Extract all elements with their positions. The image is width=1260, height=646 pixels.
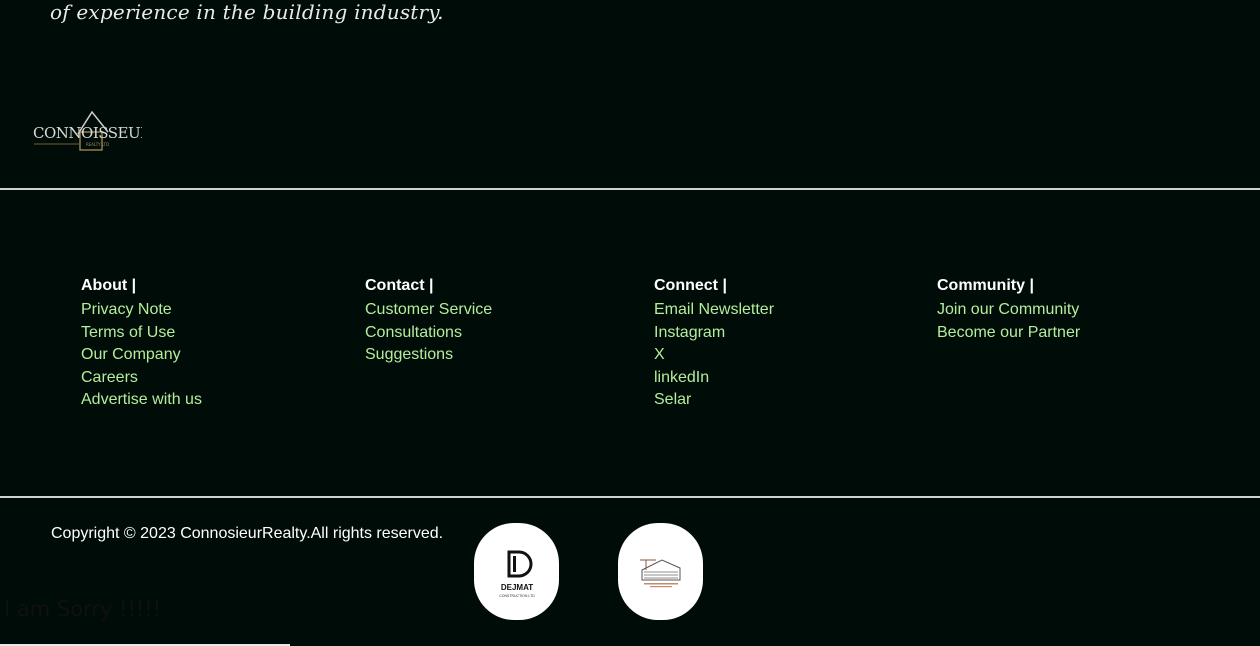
footer-column-contact: Contact | Customer Service Consultations… (365, 276, 492, 367)
footer-link-instagram[interactable]: Instagram (654, 324, 725, 341)
footer-link-x[interactable]: X (654, 346, 665, 363)
dejmat-logo-icon: DEJMAT CONSTRUCTION LTD (499, 550, 535, 598)
dejmat-subtext: CONSTRUCTION LTD (499, 594, 535, 598)
footer-link-consultations[interactable]: Consultations (365, 324, 462, 341)
footer-top-divider (0, 188, 1260, 190)
logo-text: CONNOISSEUR (33, 124, 142, 142)
footer-link-customer-service[interactable]: Customer Service (365, 301, 492, 318)
copyright-text: Copyright © 2023 ConnosieurRealty.All ri… (51, 525, 444, 542)
footer-column-community: Community | Join our Community Become ou… (937, 276, 1080, 344)
building-logo-icon (639, 558, 680, 587)
footer-link-become-partner[interactable]: Become our Partner (937, 324, 1080, 341)
footer-link-selar[interactable]: Selar (654, 391, 691, 408)
footer-link-linkedin[interactable]: linkedIn (654, 369, 709, 386)
house-logo-icon: CONNOISSEUR REALTY LTD (33, 110, 142, 151)
footer-link-careers[interactable]: Careers (81, 369, 138, 386)
footer-link-advertise[interactable]: Advertise with us (81, 391, 202, 408)
dejmat-name: DEJMAT (500, 583, 532, 592)
footer-link-privacy-note[interactable]: Privacy Note (81, 301, 172, 318)
footer-heading-community: Community | (937, 277, 1034, 294)
logo-subtext: REALTY LTD (86, 142, 109, 147)
hero-tagline: of experience in the building industry. (50, 0, 444, 24)
footer-heading-contact: Contact | (365, 277, 434, 294)
error-message: I am Sorry !!!!! (4, 597, 162, 621)
footer-heading-about: About | (81, 277, 137, 294)
partner-logo-dejmat[interactable]: DEJMAT CONSTRUCTION LTD (474, 523, 559, 620)
partner-logo-building[interactable] (618, 523, 703, 620)
footer-link-suggestions[interactable]: Suggestions (365, 346, 453, 363)
footer-column-connect: Connect | Email Newsletter Instagram X l… (654, 276, 774, 412)
footer-bottom-divider (0, 496, 1260, 498)
footer-link-our-company[interactable]: Our Company (81, 346, 181, 363)
footer-link-join-community[interactable]: Join our Community (937, 301, 1079, 318)
footer-column-about: About | Privacy Note Terms of Use Our Co… (81, 276, 202, 412)
footer-link-terms-of-use[interactable]: Terms of Use (81, 324, 175, 341)
connoisseur-logo[interactable]: CONNOISSEUR REALTY LTD (30, 106, 142, 154)
footer-link-email-newsletter[interactable]: Email Newsletter (654, 301, 774, 318)
footer-heading-connect: Connect | (654, 277, 727, 294)
